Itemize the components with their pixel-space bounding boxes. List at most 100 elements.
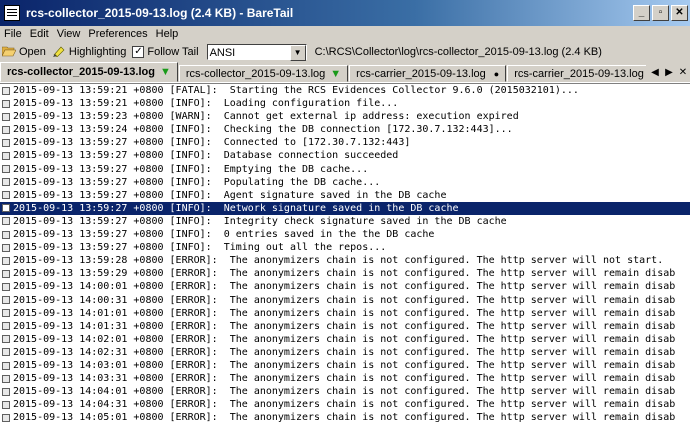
- log-line[interactable]: 2015-09-13 14:00:31 +0800 [ERROR]: The a…: [0, 294, 690, 307]
- log-line[interactable]: 2015-09-13 14:01:31 +0800 [ERROR]: The a…: [0, 320, 690, 333]
- bookmark-marker-icon[interactable]: [2, 413, 10, 422]
- bookmark-marker-icon[interactable]: [2, 217, 10, 226]
- bookmark-marker-icon[interactable]: [2, 165, 10, 174]
- bookmark-marker-icon[interactable]: [2, 269, 10, 278]
- log-line-text: 2015-09-13 13:59:21 +0800 [INFO]: Loadin…: [13, 98, 399, 110]
- menu-help[interactable]: Help: [154, 28, 185, 40]
- bookmark-marker-icon[interactable]: [2, 191, 10, 200]
- chevron-down-icon[interactable]: ▼: [289, 45, 306, 61]
- maximize-button[interactable]: ▫: [652, 5, 669, 21]
- menu-bar: File Edit View Preferences Help: [0, 26, 690, 42]
- close-tab-icon[interactable]: ✕: [676, 67, 690, 78]
- log-line-text: 2015-09-13 14:02:01 +0800 [ERROR]: The a…: [13, 333, 676, 345]
- bookmark-marker-icon[interactable]: [2, 309, 10, 318]
- bookmark-marker-icon[interactable]: [2, 86, 10, 95]
- log-line[interactable]: 2015-09-13 14:00:01 +0800 [ERROR]: The a…: [0, 280, 690, 293]
- log-line-text: 2015-09-13 13:59:28 +0800 [ERROR]: The a…: [13, 255, 664, 267]
- log-line[interactable]: 2015-09-13 13:59:27 +0800 [INFO]: Networ…: [0, 201, 690, 215]
- tab-label: rcs-collector_2015-09-13.log: [7, 66, 155, 78]
- bookmark-marker-icon[interactable]: [2, 400, 10, 409]
- follow-tail-toggle[interactable]: ✓ Follow Tail: [130, 46, 202, 58]
- tab-rcs-carrier-2[interactable]: rcs-carrier_2015-09-13.log ●: [507, 65, 665, 82]
- bookmark-marker-icon[interactable]: [2, 361, 10, 370]
- toolbar: Open Highlighting ✓ Follow Tail ANSI ▼ C…: [0, 42, 690, 62]
- bookmark-marker-icon[interactable]: [2, 204, 10, 213]
- tab-label: rcs-carrier_2015-09-13.log: [356, 67, 486, 80]
- log-line[interactable]: 2015-09-13 13:59:28 +0800 [ERROR]: The a…: [0, 254, 690, 267]
- log-line[interactable]: 2015-09-13 14:04:01 +0800 [ERROR]: The a…: [0, 385, 690, 398]
- log-line-text: 2015-09-13 13:59:23 +0800 [WARN]: Cannot…: [13, 111, 519, 123]
- log-line[interactable]: 2015-09-13 14:02:01 +0800 [ERROR]: The a…: [0, 333, 690, 346]
- bookmark-marker-icon[interactable]: [2, 125, 10, 134]
- scroll-left-icon[interactable]: ◀: [648, 67, 662, 78]
- window-controls: _ ▫ ✕: [633, 5, 688, 21]
- tail-indicator-icon: ▼: [159, 66, 171, 78]
- bookmark-marker-icon[interactable]: [2, 152, 10, 161]
- log-line-text: 2015-09-13 14:01:31 +0800 [ERROR]: The a…: [13, 320, 676, 332]
- tab-label: rcs-carrier_2015-09-13.log: [514, 67, 644, 80]
- bookmark-marker-icon[interactable]: [2, 296, 10, 305]
- log-line[interactable]: 2015-09-13 13:59:23 +0800 [WARN]: Cannot…: [0, 110, 690, 123]
- file-path-display: C:\RCS\Collector\log\rcs-collector_2015-…: [314, 46, 602, 58]
- log-line[interactable]: 2015-09-13 14:04:31 +0800 [ERROR]: The a…: [0, 398, 690, 411]
- encoding-select[interactable]: ANSI ▼: [206, 44, 307, 61]
- log-line[interactable]: 2015-09-13 13:59:27 +0800 [INFO]: Agent …: [0, 189, 690, 202]
- tab-rcs-collector-1[interactable]: rcs-collector_2015-09-13.log ▼: [0, 62, 178, 82]
- menu-edit[interactable]: Edit: [28, 28, 55, 40]
- tab-rcs-collector-2[interactable]: rcs-collector_2015-09-13.log ▼: [178, 65, 349, 82]
- log-line-text: 2015-09-13 14:02:31 +0800 [ERROR]: The a…: [13, 346, 676, 358]
- log-view[interactable]: 2015-09-13 13:59:21 +0800 [FATAL]: Start…: [0, 83, 690, 425]
- log-line[interactable]: 2015-09-13 14:03:31 +0800 [ERROR]: The a…: [0, 372, 690, 385]
- bookmark-marker-icon[interactable]: [2, 112, 10, 121]
- highlighting-button[interactable]: Highlighting: [50, 45, 130, 60]
- open-button[interactable]: Open: [0, 45, 50, 60]
- log-line[interactable]: 2015-09-13 13:59:21 +0800 [FATAL]: Start…: [0, 84, 690, 97]
- bookmark-marker-icon[interactable]: [2, 138, 10, 147]
- log-line[interactable]: 2015-09-13 14:01:01 +0800 [ERROR]: The a…: [0, 307, 690, 320]
- log-line-text: 2015-09-13 13:59:27 +0800 [INFO]: Timing…: [13, 242, 387, 254]
- log-line-text: 2015-09-13 13:59:27 +0800 [INFO]: Emptyi…: [13, 163, 369, 175]
- open-label: Open: [19, 46, 46, 58]
- bookmark-marker-icon[interactable]: [2, 322, 10, 331]
- bookmark-marker-icon[interactable]: [2, 243, 10, 252]
- menu-view[interactable]: View: [55, 28, 87, 40]
- follow-tail-label: Follow Tail: [147, 46, 199, 58]
- log-line[interactable]: 2015-09-13 14:02:31 +0800 [ERROR]: The a…: [0, 346, 690, 359]
- bookmark-marker-icon[interactable]: [2, 282, 10, 291]
- bookmark-marker-icon[interactable]: [2, 387, 10, 396]
- menu-file[interactable]: File: [2, 28, 28, 40]
- minimize-button[interactable]: _: [633, 5, 650, 21]
- log-line-text: 2015-09-13 14:03:01 +0800 [ERROR]: The a…: [13, 359, 676, 371]
- menu-preferences[interactable]: Preferences: [86, 28, 153, 40]
- log-line[interactable]: 2015-09-13 13:59:27 +0800 [INFO]: Popula…: [0, 176, 690, 189]
- bookmark-marker-icon[interactable]: [2, 256, 10, 265]
- log-line[interactable]: 2015-09-13 13:59:29 +0800 [ERROR]: The a…: [0, 267, 690, 280]
- follow-tail-checkbox[interactable]: ✓: [132, 46, 145, 58]
- log-line[interactable]: 2015-09-13 13:59:27 +0800 [INFO]: Integr…: [0, 215, 690, 228]
- log-line[interactable]: 2015-09-13 13:59:21 +0800 [INFO]: Loadin…: [0, 97, 690, 110]
- log-line[interactable]: 2015-09-13 13:59:27 +0800 [INFO]: Emptyi…: [0, 163, 690, 176]
- bookmark-marker-icon[interactable]: [2, 99, 10, 108]
- log-line-text: 2015-09-13 13:59:27 +0800 [INFO]: Popula…: [13, 176, 381, 188]
- log-line[interactable]: 2015-09-13 13:59:24 +0800 [INFO]: Checki…: [0, 123, 690, 136]
- close-button[interactable]: ✕: [671, 5, 688, 21]
- window-title: rcs-collector_2015-09-13.log (2.4 KB) - …: [26, 6, 294, 20]
- log-line[interactable]: 2015-09-13 14:03:01 +0800 [ERROR]: The a…: [0, 359, 690, 372]
- highlighter-icon: [52, 45, 66, 60]
- log-line[interactable]: 2015-09-13 13:59:27 +0800 [INFO]: 0 entr…: [0, 228, 690, 241]
- log-line-text: 2015-09-13 13:59:27 +0800 [INFO]: Connec…: [13, 137, 411, 149]
- log-line-text: 2015-09-13 14:00:01 +0800 [ERROR]: The a…: [13, 281, 676, 293]
- log-line[interactable]: 2015-09-13 13:59:27 +0800 [INFO]: Databa…: [0, 149, 690, 162]
- scroll-right-icon[interactable]: ▶: [662, 67, 676, 78]
- tab-rcs-carrier-1[interactable]: rcs-carrier_2015-09-13.log ●: [349, 65, 507, 82]
- bookmark-marker-icon[interactable]: [2, 178, 10, 187]
- bookmark-marker-icon[interactable]: [2, 335, 10, 344]
- bookmark-marker-icon[interactable]: [2, 374, 10, 383]
- highlighting-label: Highlighting: [68, 46, 127, 58]
- bookmark-marker-icon[interactable]: [2, 348, 10, 357]
- tab-status-icon: ●: [493, 68, 500, 79]
- log-line[interactable]: 2015-09-13 13:59:27 +0800 [INFO]: Connec…: [0, 136, 690, 149]
- log-line[interactable]: 2015-09-13 13:59:27 +0800 [INFO]: Timing…: [0, 241, 690, 254]
- bookmark-marker-icon[interactable]: [2, 230, 10, 239]
- log-line[interactable]: 2015-09-13 14:05:01 +0800 [ERROR]: The a…: [0, 411, 690, 424]
